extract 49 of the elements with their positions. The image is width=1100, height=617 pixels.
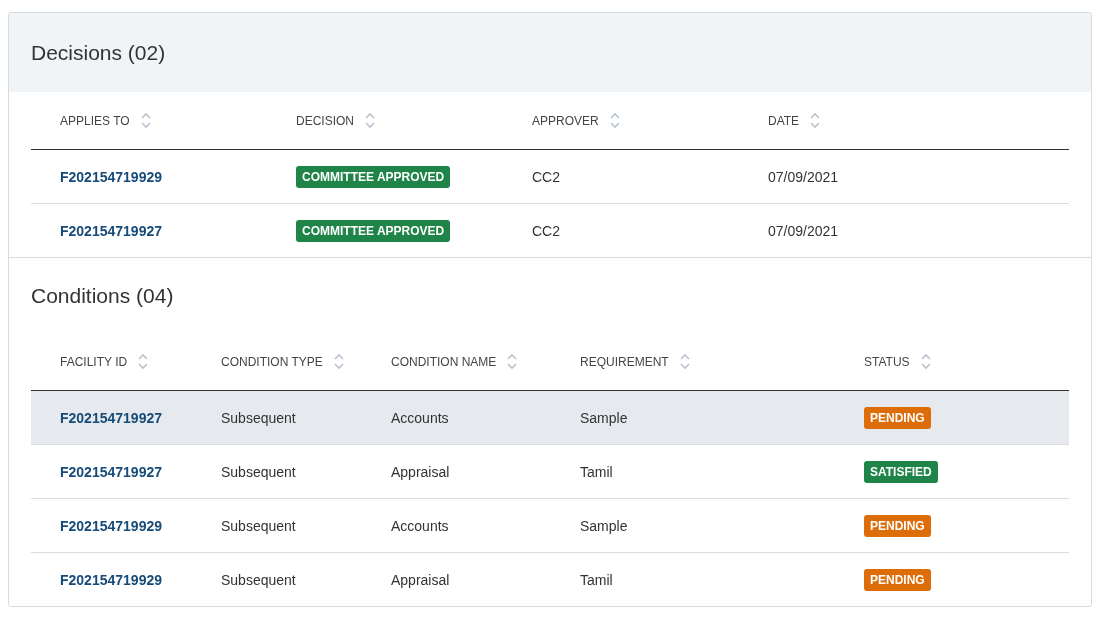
- table-cell-text: 07/09/2021: [767, 222, 840, 239]
- table-cell-text: Accounts: [390, 517, 450, 534]
- table-row[interactable]: F202154719927 Subsequent Accounts Sample PENDING: [31, 391, 1069, 445]
- status-badge: PENDING: [864, 568, 931, 591]
- table-cell-text: Subsequent: [220, 409, 297, 426]
- status-badge: COMMITTEE APPROVED: [296, 165, 451, 188]
- column-header: APPROVER: [532, 113, 599, 128]
- table-cell-text: Appraisal: [390, 571, 451, 588]
- facility-link[interactable]: F202154719927: [60, 463, 162, 480]
- column-header: REQUIREMENT: [580, 354, 669, 369]
- column-header: CONDITION TYPE: [221, 354, 323, 369]
- sort-icon[interactable]: [506, 353, 519, 370]
- section-title: Decisions (02): [31, 40, 166, 65]
- sort-icon[interactable]: [137, 353, 150, 370]
- facility-link[interactable]: F202154719927: [60, 409, 162, 426]
- sort-icon[interactable]: [919, 353, 932, 370]
- column-header: DECISION: [296, 113, 354, 128]
- table-cell-text: CC2: [531, 222, 561, 239]
- column-header: FACILITY ID: [60, 354, 128, 369]
- status-badge: COMMITTEE APPROVED: [296, 219, 451, 242]
- status-badge: PENDING: [864, 514, 931, 537]
- table-cell-text: Subsequent: [220, 571, 297, 588]
- facility-link[interactable]: F202154719929: [60, 517, 162, 534]
- status-badge: SATISFIED: [864, 460, 938, 483]
- column-header: DATE: [768, 113, 800, 128]
- sort-icon[interactable]: [809, 112, 822, 129]
- table-cell-text: Sample: [579, 517, 629, 534]
- table-cell-text: Tamil: [579, 571, 614, 588]
- sort-icon[interactable]: [139, 112, 152, 129]
- facility-link[interactable]: F202154719927: [60, 222, 162, 239]
- sort-icon[interactable]: [332, 353, 345, 370]
- facility-link[interactable]: F202154719929: [60, 168, 162, 185]
- facility-link[interactable]: F202154719929: [60, 571, 162, 588]
- sort-icon[interactable]: [608, 112, 621, 129]
- table-cell-text: Tamil: [579, 463, 614, 480]
- table-cell-text: CC2: [531, 168, 561, 185]
- sort-icon[interactable]: [678, 353, 691, 370]
- table-cell-text: 07/09/2021: [767, 168, 840, 185]
- status-badge: PENDING: [864, 406, 931, 429]
- table-cell-text: Appraisal: [390, 463, 451, 480]
- table-cell-text: Subsequent: [220, 517, 297, 534]
- sort-icon[interactable]: [364, 112, 376, 129]
- table-cell-text: Sample: [579, 409, 629, 426]
- column-header: APPLIES TO: [60, 113, 130, 128]
- column-header: STATUS: [864, 354, 910, 369]
- table-cell-text: Subsequent: [220, 463, 297, 480]
- section-title: Conditions (04): [31, 283, 174, 308]
- table-cell-text: Accounts: [390, 409, 450, 426]
- column-header: CONDITION NAME: [391, 354, 497, 369]
